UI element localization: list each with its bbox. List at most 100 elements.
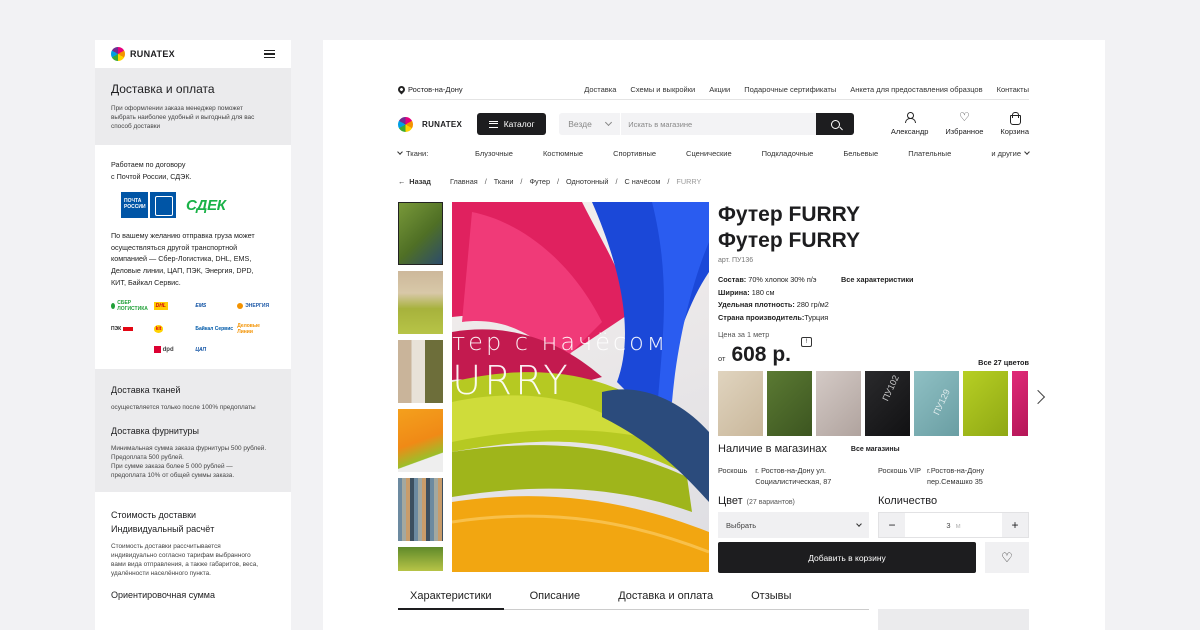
more-categories-dropdown[interactable]: и другие [991,149,1030,158]
category-link[interactable]: Плательные [908,149,951,158]
account-button[interactable]: Александр [890,112,929,136]
account-label: Александр [890,127,929,136]
all-stores-link[interactable]: Все магазины [851,446,900,453]
heart-icon: ♡ [959,110,970,124]
furniture-text-3: При сумме заказа более 5 000 рублей — пр… [111,463,235,480]
all-colors-link[interactable]: Все 27 цветов [978,358,1029,367]
color-swatch[interactable] [816,371,861,436]
top-link-patterns[interactable]: Схемы и выкройки [630,85,695,94]
spec-value: Турция [804,312,829,322]
tab-delivery[interactable]: Доставка и оплата [606,590,725,609]
top-link-promos[interactable]: Акции [709,85,730,94]
breadcrumb-separator: / [667,177,670,186]
search-scope-dropdown[interactable]: Везде [559,113,622,135]
breadcrumb-item[interactable]: Главная [450,177,478,186]
fabrics-label: Ткани: [406,148,429,158]
availability-header: Наличие в магазинах Все магазины [718,443,1029,455]
arrow-left-icon: ← [398,177,406,186]
color-swatch[interactable]: ПУ102 [865,371,910,436]
back-button[interactable]: ← Назад [398,177,431,186]
breadcrumb-item[interactable]: Однотонный [566,177,608,186]
top-link-samples-form[interactable]: Анкета для предоставления образцов [850,85,982,94]
favorites-button[interactable]: ♡ Избранное [945,110,983,136]
quantity-value: 3 [946,520,951,530]
thumbnail-image[interactable] [398,340,443,403]
thumbnail-image[interactable] [398,202,443,265]
spec-row: Удельная плотность: 280 гр/м2 [718,299,1038,312]
color-select-value: Выбрать [726,520,757,530]
cart-button[interactable]: Корзина [1000,112,1029,136]
color-swatch[interactable] [767,371,812,436]
catalog-button[interactable]: Каталог [477,113,547,135]
add-to-cart-button[interactable]: Добавить в корзину [718,542,976,573]
main-product-image[interactable]: тер с начёсом URRY [452,202,709,572]
tab-characteristics[interactable]: Характеристики [398,590,504,610]
furniture-title: Доставка фурнитуры [111,426,199,437]
delivery-intro: Доставка и оплата При оформлении заказа … [95,68,291,145]
color-swatch[interactable] [1012,371,1028,436]
individual-title: Индивидуальный расчёт [111,524,215,535]
swatch-label: ПУ129 [931,387,952,417]
partner-logos: ПОЧТА РОССИИ СДЕК [121,192,275,219]
catalog-label: Каталог [503,119,535,129]
chevron-down-icon [1024,149,1030,155]
site-logo[interactable]: RUNATEX [398,116,462,132]
category-link[interactable]: Сценические [686,149,732,158]
spec-value: 70% хлопок 30% п/э [748,275,817,284]
mobile-logo[interactable]: RUNATEX [111,47,175,61]
purchase-options: Цвет (27 вариантов) Количество Выбрать − … [718,495,1029,538]
category-nav: Ткани: Блузочные Костюмные Спортивные Сц… [397,146,1030,160]
quantity-stepper: − 3м + [878,512,1029,538]
thumbnail-image[interactable] [398,547,443,571]
search-button[interactable] [816,113,855,135]
category-link[interactable]: Костюмные [543,149,583,158]
thumbnail-image[interactable] [398,271,443,334]
availability-title: Наличие в магазинах [718,443,827,455]
carrier-logo: СБЕР ЛОГИСТИКА [111,300,150,312]
quantity-field[interactable]: 3м [905,521,1002,530]
breadcrumb-separator: / [615,177,618,186]
all-specs-link[interactable]: Все характеристики [841,274,914,287]
price-from: от [718,354,726,364]
breadcrumb: ← Назад Главная / Ткани / Футер / Однотонный… [398,177,701,186]
fabrics-dropdown[interactable]: Ткани: [397,148,475,158]
breadcrumb-item[interactable]: Ткани [494,177,514,186]
add-to-favorites-button[interactable]: ♡ [985,542,1029,573]
thumbnail-image[interactable] [398,409,443,472]
category-link[interactable]: Бельевые [843,149,878,158]
breadcrumb-item[interactable]: Футер [529,177,550,186]
tab-description[interactable]: Описание [518,590,593,609]
tab-reviews[interactable]: Отзывы [739,590,803,609]
breadcrumb-item[interactable]: С начёсом [624,177,660,186]
increase-button[interactable]: + [1002,513,1028,537]
color-swatch[interactable] [718,371,763,436]
top-link-contacts[interactable]: Контакты [997,85,1029,94]
chevron-down-icon [605,118,613,127]
decrease-button[interactable]: − [879,513,905,537]
chevron-right-icon[interactable] [1030,389,1046,405]
quantity-label: Количество [878,495,938,507]
color-select[interactable]: Выбрать [718,512,869,538]
city-label: Ростов-на-Дону [408,85,463,94]
intro-text: При оформлении заказа менеджер поможет в… [111,105,255,130]
city-selector[interactable]: Ростов-на-Дону [396,84,463,95]
side-info-box [878,609,1029,630]
spec-label: Страна производитель: [718,312,805,322]
breadcrumb-separator: / [557,177,560,186]
top-link-delivery[interactable]: Доставка [584,85,616,94]
thumbnail-image[interactable] [398,478,443,541]
carrier-logo: Байкал Сервис [195,326,234,333]
category-links: Блузочные Костюмные Спортивные Сценическ… [475,149,991,158]
category-link[interactable]: Подкладочные [762,149,814,158]
approx-title: Ориентировочная сумма [111,590,215,601]
category-link[interactable]: Блузочные [475,149,513,158]
search-input[interactable] [621,113,817,135]
color-swatch[interactable] [963,371,1008,436]
category-link[interactable]: Спортивные [613,149,656,158]
color-swatch[interactable]: ПУ129 [914,371,959,436]
cost-section: Стоимость доставки Индивидуальный расчёт… [95,492,291,600]
top-link-gift-cards[interactable]: Подарочные сертификаты [744,85,836,94]
menu-icon[interactable] [264,50,275,58]
spec-value: 280 гр/м2 [796,300,829,310]
price-info-icon[interactable]: ! [801,337,812,348]
